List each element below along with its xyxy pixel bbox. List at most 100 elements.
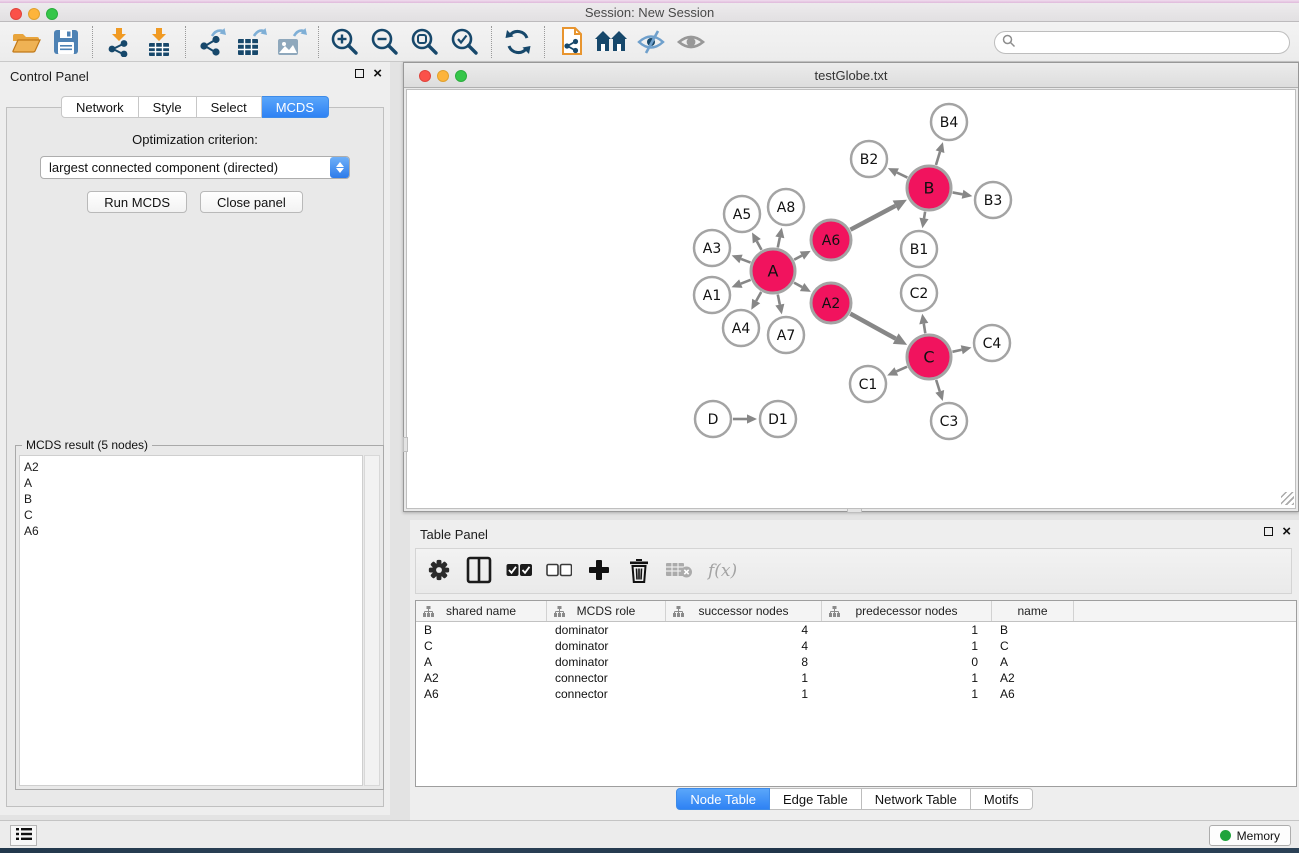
checked-boxes-icon	[506, 563, 532, 580]
save-session-button[interactable]	[46, 25, 86, 59]
graph-edge[interactable]	[778, 295, 780, 305]
mcds-result-list[interactable]: A2ABCA6	[19, 455, 363, 786]
tab-mcds[interactable]: MCDS	[262, 96, 329, 118]
open-session-button[interactable]	[6, 25, 46, 59]
mcds-result-item[interactable]: A	[24, 475, 362, 491]
table-row[interactable]: A2connector11A2	[416, 670, 1296, 686]
search-input[interactable]	[1020, 34, 1289, 52]
graph-edge[interactable]	[850, 206, 895, 230]
delete-column-button[interactable]	[626, 556, 652, 586]
tab-node-table[interactable]: Node Table	[676, 788, 770, 810]
tab-edge-table[interactable]: Edge Table	[770, 788, 862, 810]
graph-edge[interactable]	[756, 292, 761, 301]
optimization-criterion-label: Optimization criterion:	[7, 132, 383, 147]
splitter-grip-bottom[interactable]	[847, 508, 862, 513]
graph-node-label: B4	[940, 115, 959, 131]
resize-grip-icon[interactable]	[1281, 492, 1294, 505]
tab-motifs[interactable]: Motifs	[971, 788, 1033, 810]
home-button[interactable]	[591, 25, 631, 59]
show-all-button[interactable]	[671, 25, 711, 59]
graph-edge[interactable]	[794, 256, 802, 260]
export-image-button[interactable]	[272, 25, 312, 59]
run-mcds-button[interactable]: Run MCDS	[87, 191, 187, 213]
column-header-name[interactable]: name	[992, 601, 1074, 621]
table-panel-title: Table Panel	[420, 527, 488, 542]
open-folder-icon	[11, 29, 41, 55]
graph-node-label: A7	[777, 328, 795, 344]
close-panel-icon[interactable]: ×	[373, 69, 382, 78]
graph-edge[interactable]	[741, 259, 751, 263]
select-all-button[interactable]	[506, 556, 532, 586]
import-table-button[interactable]	[139, 25, 179, 59]
deselect-all-button[interactable]	[546, 556, 572, 586]
graph-edge[interactable]	[757, 241, 762, 250]
graph-edge[interactable]	[778, 237, 780, 247]
tab-network-table[interactable]: Network Table	[862, 788, 971, 810]
zoom-in-button[interactable]	[325, 25, 365, 59]
graph-edge[interactable]	[794, 283, 802, 287]
zoom-fit-button[interactable]	[405, 25, 445, 59]
splitter-grip-left[interactable]	[403, 437, 408, 452]
close-table-panel-icon[interactable]: ×	[1282, 527, 1291, 536]
column-header-MCDS-role[interactable]: MCDS role	[547, 601, 666, 621]
show-column-panel-button[interactable]	[466, 556, 492, 586]
network-document-icon	[557, 26, 585, 58]
float-panel-icon[interactable]	[355, 69, 364, 78]
hide-selected-button[interactable]	[631, 25, 671, 59]
tab-network[interactable]: Network	[61, 96, 139, 118]
table-settings-button[interactable]	[426, 556, 452, 586]
graph-edge[interactable]	[896, 367, 907, 372]
zoom-out-button[interactable]	[365, 25, 405, 59]
add-column-button[interactable]	[586, 556, 612, 586]
status-bar: Memory	[0, 820, 1299, 848]
refresh-button[interactable]	[498, 25, 538, 59]
table-cell: A	[992, 655, 1074, 669]
function-builder-button[interactable]: f(x)	[708, 561, 737, 581]
table-row[interactable]: Adominator80A	[416, 654, 1296, 670]
graph-edge[interactable]	[741, 280, 751, 284]
network-window-titlebar[interactable]: testGlobe.txt	[404, 63, 1298, 88]
task-history-button[interactable]	[10, 825, 37, 846]
float-table-panel-icon[interactable]	[1264, 527, 1273, 536]
mcds-result-item[interactable]: A2	[24, 459, 362, 475]
column-header-shared-name[interactable]: shared name	[416, 601, 547, 621]
graph-edge[interactable]	[924, 324, 926, 334]
houses-icon	[594, 29, 628, 55]
network-canvas[interactable]: AA6A2BCA5A8A3A1A4A7B4B2B3B1C2C4C1C3DD1	[406, 89, 1296, 509]
node-table[interactable]: shared nameMCDS rolesuccessor nodesprede…	[415, 600, 1297, 787]
graph-edge[interactable]	[924, 212, 925, 219]
close-panel-button[interactable]: Close panel	[200, 191, 303, 213]
import-network-button[interactable]	[99, 25, 139, 59]
graph-edge[interactable]	[936, 152, 940, 165]
mcds-result-item[interactable]: B	[24, 491, 362, 507]
delete-table-button[interactable]	[666, 556, 692, 586]
table-row[interactable]: Cdominator41C	[416, 638, 1296, 654]
search-field[interactable]	[994, 31, 1290, 54]
tab-style[interactable]: Style	[139, 96, 197, 118]
export-network-button[interactable]	[192, 25, 232, 59]
table-row[interactable]: A6connector11A6	[416, 686, 1296, 702]
export-network-icon	[197, 27, 227, 57]
mcds-result-item[interactable]: C	[24, 507, 362, 523]
create-network-from-file-button[interactable]	[551, 25, 591, 59]
criterion-dropdown[interactable]: largest connected component (directed)	[40, 156, 350, 179]
result-scrollbar[interactable]	[364, 455, 380, 786]
graph-edge[interactable]	[953, 192, 963, 194]
graph-edge[interactable]	[850, 314, 895, 339]
network-view-window: testGlobe.txt AA6A2BCA5A8A3A1A4A7B4B2B3B…	[403, 62, 1299, 512]
column-header-predecessor-nodes[interactable]: predecessor nodes	[822, 601, 992, 621]
tab-select[interactable]: Select	[197, 96, 262, 118]
column-header-successor-nodes[interactable]: successor nodes	[666, 601, 822, 621]
mcds-result-item[interactable]: A6	[24, 523, 362, 539]
graph-edge[interactable]	[952, 350, 961, 352]
desktop-wallpaper-bottom	[0, 848, 1299, 853]
export-table-icon	[236, 27, 268, 57]
network-graph[interactable]: AA6A2BCA5A8A3A1A4A7B4B2B3B1C2C4C1C3DD1	[407, 90, 1297, 510]
zoom-selected-button[interactable]	[445, 25, 485, 59]
memory-button[interactable]: Memory	[1209, 825, 1291, 846]
table-row[interactable]: Bdominator41B	[416, 622, 1296, 638]
graph-edge[interactable]	[897, 172, 907, 177]
export-table-button[interactable]	[232, 25, 272, 59]
graph-edge[interactable]	[936, 380, 940, 392]
gear-icon	[426, 557, 452, 586]
